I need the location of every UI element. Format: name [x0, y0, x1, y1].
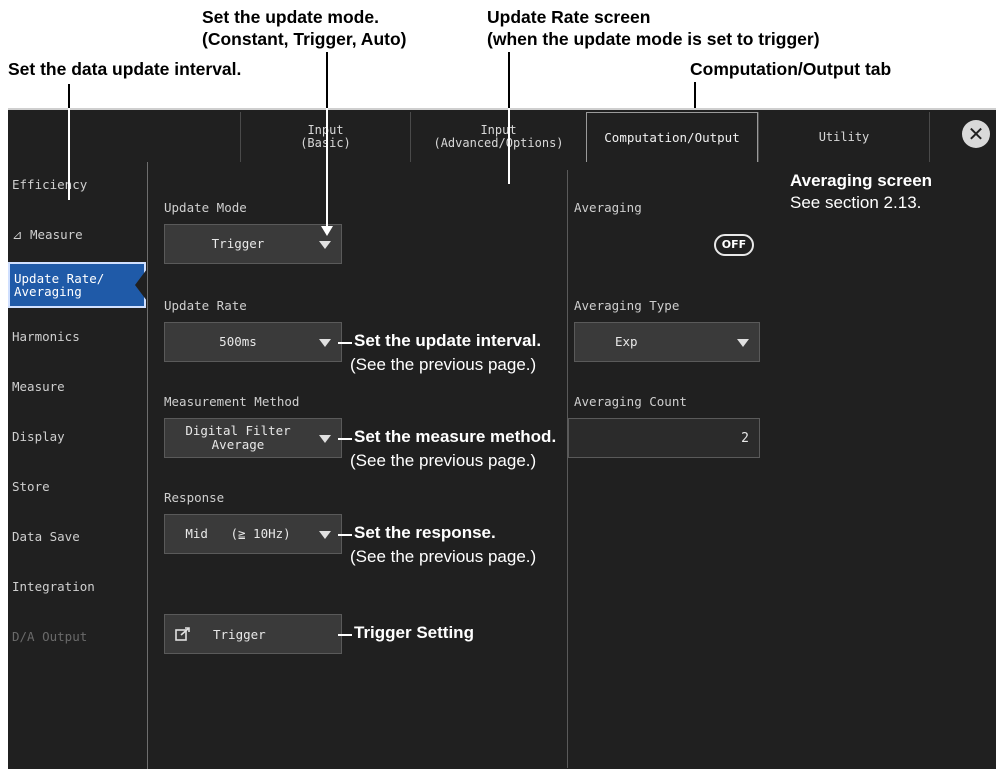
response-value: Mid (≧ 10Hz) [185, 526, 291, 541]
leader-trigger-setting [338, 634, 352, 636]
sidebar-item-label: D/A Output [12, 628, 88, 644]
tab-input-advanced-line2: (Advanced/Options) [433, 136, 564, 150]
sidebar-item-display[interactable]: Display [8, 416, 148, 456]
update-mode-dropdown[interactable]: Trigger [164, 224, 342, 264]
sidebar-item-label: Integration [12, 578, 95, 594]
sidebar-item-update-rate-averaging[interactable]: Update Rate/ Averaging [8, 262, 146, 308]
sidebar-item-label: Efficiency [12, 176, 88, 192]
averaging-type-label: Averaging Type [574, 298, 680, 313]
update-mode-label: Update Mode [164, 200, 247, 215]
chevron-down-icon [319, 435, 331, 443]
response-see-prev: (See the previous page.) [350, 547, 537, 566]
tab-computation-output[interactable]: Computation/Output [586, 112, 758, 162]
chevron-down-icon [319, 531, 331, 539]
trigger-setting-callout: Trigger Setting [354, 623, 474, 642]
update-rate-screen-callout-line1: Update Rate screen [487, 7, 651, 27]
measurement-method-value-line1: Digital Filter [185, 423, 291, 438]
averaging-type-value: Exp [615, 334, 638, 349]
tab-utility[interactable]: Utility [758, 112, 930, 162]
update-interval-callout: Set the update interval. [354, 331, 542, 350]
leader-comp-tab [694, 82, 696, 110]
data-update-interval-callout: Set the data update interval. [8, 59, 242, 79]
response-label: Response [164, 490, 225, 505]
averaging-type-dropdown[interactable]: Exp [574, 322, 760, 362]
update-rate-value: 500ms [219, 334, 257, 349]
averaging-toggle[interactable]: OFF [714, 234, 754, 256]
measurement-method-label: Measurement Method [164, 394, 300, 409]
averaging-count-label: Averaging Count [574, 394, 687, 409]
leader-update-interval [338, 342, 352, 344]
update-mode-arrow-icon [321, 226, 333, 236]
measurement-method-dropdown[interactable]: Digital Filter Average [164, 418, 342, 458]
chevron-down-icon [319, 241, 331, 249]
leader-update-rate-screen [508, 52, 510, 108]
measure-method-callout: Set the measure method. [354, 427, 557, 446]
averaging-count-field[interactable]: 2 [568, 418, 760, 458]
close-icon[interactable]: ✕ [962, 120, 990, 148]
external-link-icon [175, 627, 191, 641]
sidebar-item-delta-measure[interactable]: ⊿ Measure [8, 214, 148, 254]
sidebar-item-label: Harmonics [12, 328, 80, 344]
sidebar-item-label: Data Save [12, 528, 80, 544]
update-mode-callout-line2: (Constant, Trigger, Auto) [202, 29, 407, 49]
chevron-down-icon [319, 339, 331, 347]
response-dropdown[interactable]: Mid (≧ 10Hz) [164, 514, 342, 554]
update-rate-screen-callout-line2: (when the update mode is set to trigger) [487, 29, 820, 49]
sidebar-item-label: Display [12, 428, 65, 444]
panel-divider [567, 170, 568, 768]
leader-update-mode-inner [326, 108, 328, 228]
tab-computation-output-label: Computation/Output [604, 130, 740, 145]
device-screen: Input (Basic) Input (Advanced/Options) C… [8, 108, 996, 769]
leader-data-interval-inner [68, 108, 70, 200]
measure-method-see-prev: (See the previous page.) [350, 451, 537, 470]
sidebar-item-label: Store [12, 478, 50, 494]
averaging-screen-ref-callout: See section 2.13. [790, 193, 922, 212]
leader-update-mode [326, 52, 328, 108]
leader-measure-method [338, 438, 352, 440]
sidebar-item-data-save[interactable]: Data Save [8, 516, 148, 556]
sidebar-item-label: ⊿ Measure [12, 226, 83, 242]
sidebar-item-measure[interactable]: Measure [8, 366, 148, 406]
leader-update-rate-screen-inner [508, 108, 510, 184]
update-interval-see-prev: (See the previous page.) [350, 355, 537, 374]
computation-output-tab-callout: Computation/Output tab [690, 59, 892, 79]
sidebar-item-integration[interactable]: Integration [8, 566, 148, 606]
sidebar-item-label-line2: Averaging [14, 284, 82, 299]
update-mode-value: Trigger [211, 236, 265, 251]
response-callout: Set the response. [354, 523, 496, 542]
chevron-down-icon [737, 339, 749, 347]
update-rate-dropdown[interactable]: 500ms [164, 322, 342, 362]
sidebar-item-store[interactable]: Store [8, 466, 148, 506]
averaging-label: Averaging [574, 200, 642, 215]
averaging-screen-callout: Averaging screen [790, 171, 933, 190]
tab-input-advanced[interactable]: Input (Advanced/Options) [410, 112, 586, 162]
active-pointer-icon [135, 269, 147, 301]
leader-response [338, 534, 352, 536]
sidebar-item-label: Measure [12, 378, 65, 394]
measurement-method-value-line2: Average [211, 437, 265, 452]
tab-utility-label: Utility [818, 129, 870, 144]
tab-input-basic[interactable]: Input (Basic) [240, 112, 410, 162]
screen-top-rule [8, 108, 996, 110]
leader-data-interval [68, 84, 70, 108]
update-rate-panel: Update Mode Trigger Update Rate 500ms Me… [148, 162, 996, 769]
sidebar-item-da-output: D/A Output [8, 616, 148, 656]
sidebar-item-efficiency[interactable]: Efficiency [8, 164, 148, 204]
update-mode-callout-line1: Set the update mode. [202, 7, 379, 27]
sidebar: Efficiency ⊿ Measure Update Rate/ Averag… [8, 162, 148, 769]
sidebar-item-harmonics[interactable]: Harmonics [8, 316, 148, 356]
update-rate-label: Update Rate [164, 298, 247, 313]
trigger-button-label: Trigger [213, 626, 266, 642]
trigger-button[interactable]: Trigger [164, 614, 342, 654]
